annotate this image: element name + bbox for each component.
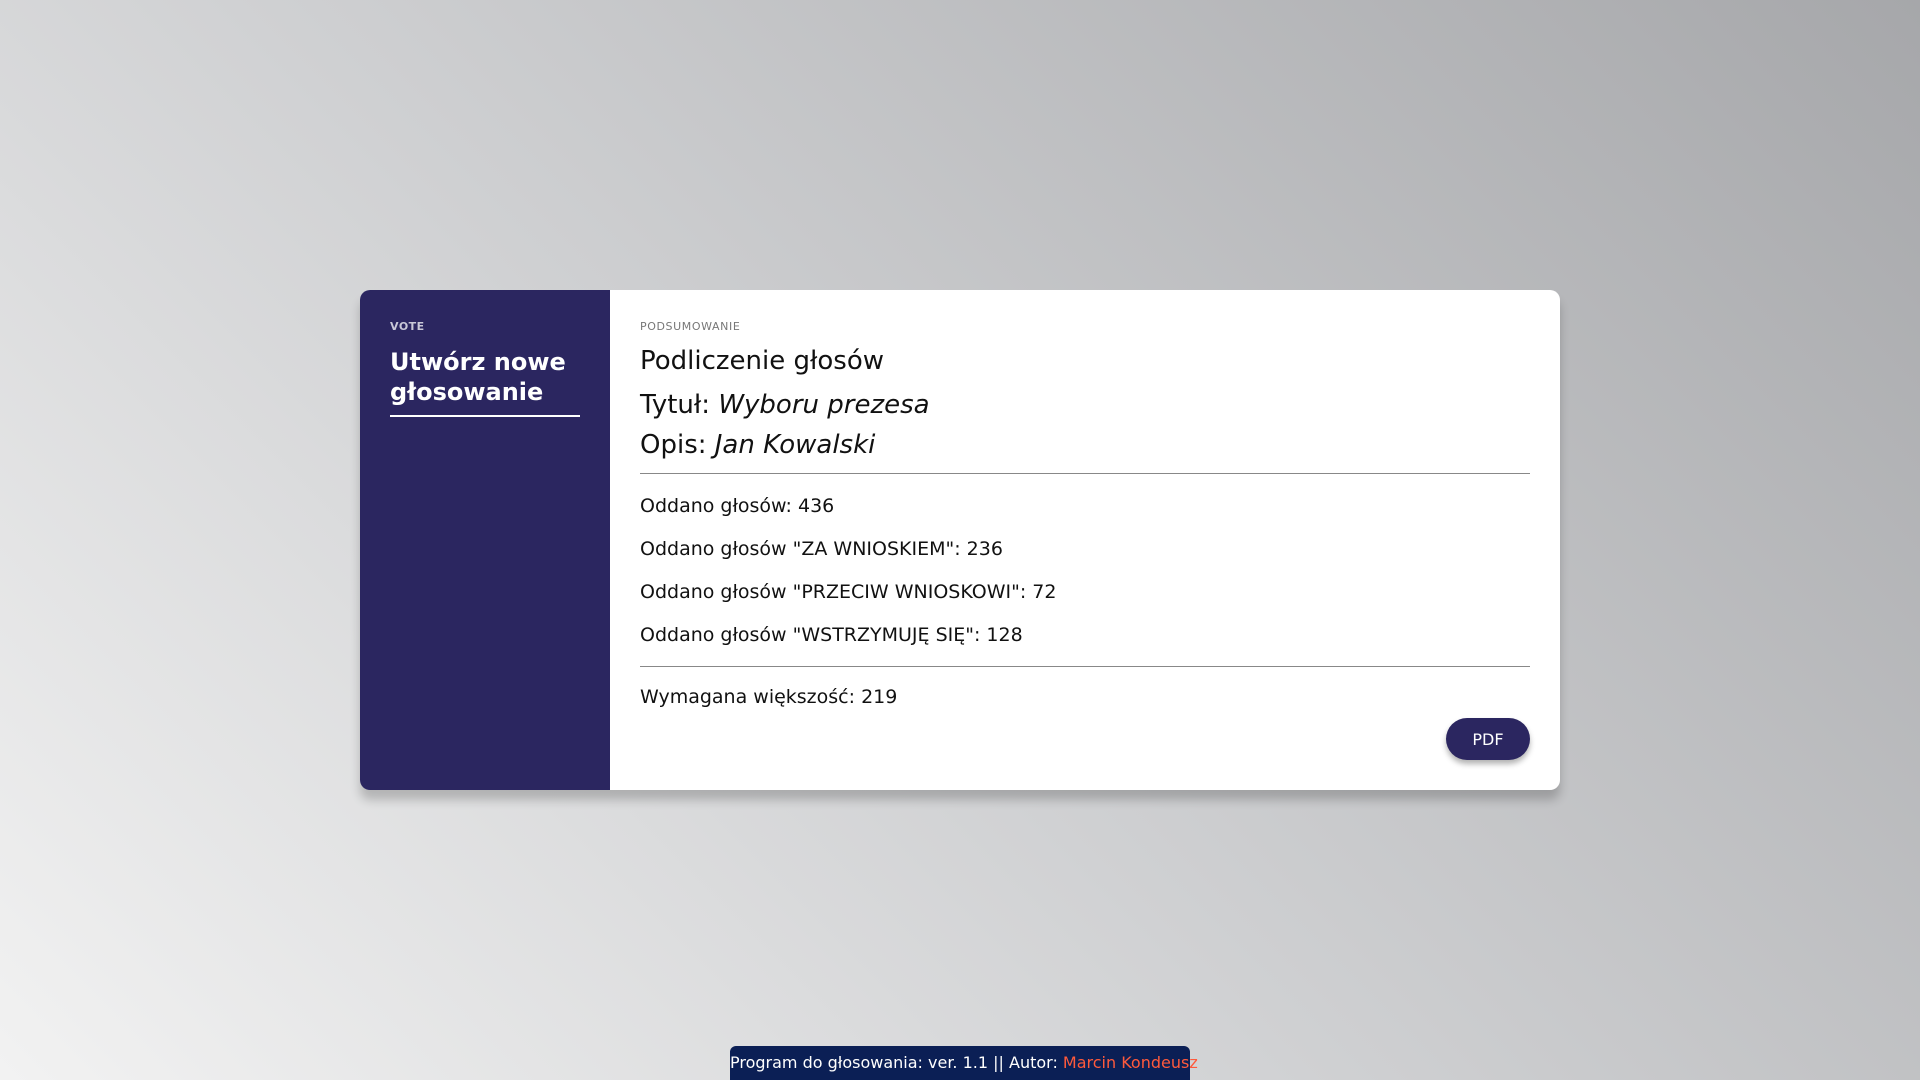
summary-heading: Podliczenie głosów [640, 346, 885, 376]
summary-panel: PODSUMOWANIE Podliczenie głosów Tytuł: W… [610, 290, 1560, 790]
footer-text: Program do głosowania: ver. 1.1 || Autor… [730, 1053, 1058, 1072]
stat-votes-against: Oddano głosów "PRZECIW WNIOSKOWI": 72 [640, 581, 1057, 603]
vote-title-label: Tytuł: [640, 390, 711, 420]
pdf-button[interactable]: PDF [1446, 718, 1530, 760]
divider [640, 473, 1530, 474]
divider [640, 666, 1530, 667]
stat-total-votes: Oddano głosów: 436 [640, 495, 835, 517]
vote-title-value: Wyboru prezesa [718, 390, 930, 420]
vote-title-line: Tytuł: Wyboru prezesa [640, 385, 1530, 425]
summary-eyebrow: PODSUMOWANIE [640, 320, 741, 333]
create-new-vote-link[interactable]: Utwórz nowe głosowanie [390, 347, 580, 417]
stat-votes-for: Oddano głosów "ZA WNIOSKIEM": 236 [640, 538, 1003, 560]
vote-description-line: Opis: Jan Kowalski [640, 425, 1530, 465]
stat-votes-abstain: Oddano głosów "WSTRZYMUJĘ SIĘ": 128 [640, 624, 1023, 646]
sidebar: VOTE Utwórz nowe głosowanie [360, 290, 610, 790]
vote-description-value: Jan Kowalski [714, 430, 876, 460]
vote-summary-card: VOTE Utwórz nowe głosowanie PODSUMOWANIE… [360, 290, 1560, 790]
footer: Program do głosowania: ver. 1.1 || Autor… [730, 1046, 1198, 1080]
required-majority: Wymagana większość: 219 [640, 686, 898, 708]
author-link[interactable]: Marcin Kondeusz [1063, 1053, 1198, 1072]
vote-description-label: Opis: [640, 430, 707, 460]
sidebar-eyebrow: VOTE [390, 320, 425, 333]
